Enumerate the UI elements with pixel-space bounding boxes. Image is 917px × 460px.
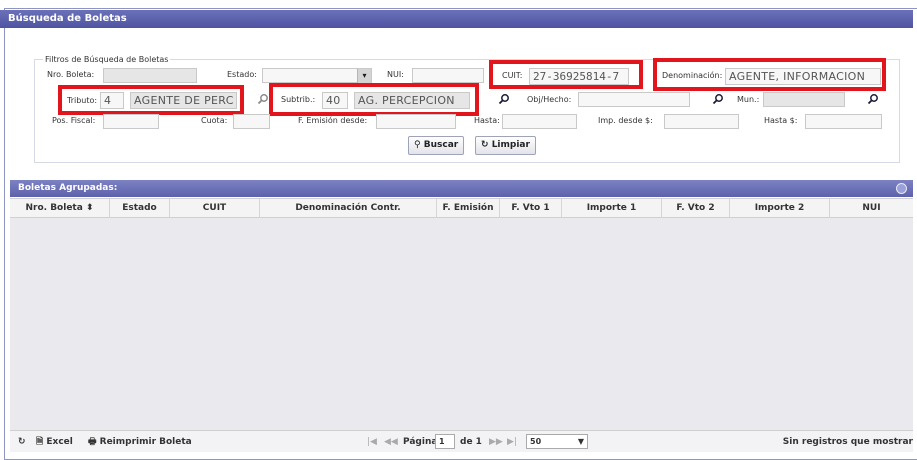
first-page-icon[interactable]: |◀ [367, 435, 377, 449]
mun-label: Mun.: [737, 95, 760, 104]
column-header-nro-boleta[interactable]: Nro. Boleta ⬍ [10, 199, 110, 218]
column-header-importe-2[interactable]: Importe 2 [730, 199, 830, 218]
nui-label: NUI: [387, 70, 404, 79]
reimprimir-label: Reimprimir Boleta [99, 437, 192, 447]
denominacion-label: Denominación: [662, 71, 723, 80]
buscar-label: Buscar [423, 140, 459, 150]
column-header-nui[interactable]: NUI [830, 199, 913, 218]
grid-column-headers: Nro. Boleta ⬍ Estado CUIT Denominación C… [10, 198, 913, 218]
column-header-f-emision[interactable]: F. Emisión [437, 199, 500, 218]
imp-hasta-label: Hasta $: [764, 116, 798, 125]
f-emision-hasta-input[interactable] [502, 114, 577, 129]
tributo-desc-input: AGENTE DE PERC [130, 92, 237, 109]
f-emision-desde-label: F. Emisión desde: [298, 116, 368, 125]
column-header-f-vto-1[interactable]: F. Vto 1 [500, 199, 562, 218]
pos-fiscal-input[interactable] [103, 114, 159, 129]
search-icon[interactable] [866, 92, 880, 106]
last-page-icon[interactable]: ▶| [507, 435, 517, 449]
cuit-label: CUIT: [502, 71, 523, 80]
f-emision-desde-input[interactable] [376, 114, 456, 129]
page-total-label: de 1 [460, 437, 482, 447]
limpiar-label: Limpiar [491, 140, 530, 150]
refresh-icon[interactable]: ↻ [18, 435, 26, 449]
excel-button[interactable]: 🗎 Excel [36, 435, 73, 449]
pagina-label: Página [403, 437, 438, 447]
imp-desde-input[interactable] [664, 114, 739, 129]
imp-desde-label: Imp. desde $: [598, 116, 653, 125]
nui-input[interactable] [412, 68, 484, 83]
nro-boleta-input[interactable] [103, 68, 197, 83]
subtrib-label: Subtrib.: [281, 95, 316, 104]
next-page-icon[interactable]: ▶▶ [489, 435, 503, 449]
grid-title-bar: Boletas Agrupadas: [10, 180, 913, 197]
estado-select[interactable] [262, 68, 372, 83]
subtrib-desc-input: AG. PERCEPCION [354, 92, 470, 109]
mun-input[interactable] [763, 92, 845, 107]
imp-hasta-input[interactable] [805, 114, 882, 129]
column-header-importe-1[interactable]: Importe 1 [562, 199, 662, 218]
column-header-f-vto-2[interactable]: F. Vto 2 [662, 199, 730, 218]
collapse-icon[interactable] [896, 183, 907, 194]
grid-footer: ↻ 🗎 Excel 🖶 Reimprimir Boleta |◀ ◀◀ Pági… [10, 430, 913, 452]
window-title: Búsqueda de Boletas [0, 10, 913, 28]
print-icon: 🖶 [88, 437, 97, 447]
excel-label: Excel [46, 437, 73, 447]
status-text: Sin registros que mostrar [782, 437, 913, 447]
subtrib-code-input[interactable]: 40 [322, 92, 348, 109]
page-size-select[interactable]: 50 ▼ [526, 434, 588, 449]
grid-body [10, 218, 913, 430]
search-icon[interactable] [497, 92, 511, 106]
refresh-icon: ↻ [481, 140, 489, 150]
denominacion-input[interactable]: AGENTE, INFORMACION [725, 68, 881, 85]
excel-icon: 🗎 [36, 437, 44, 447]
limpiar-button[interactable]: ↻ Limpiar [475, 136, 536, 155]
obj-hecho-input[interactable] [578, 92, 690, 107]
search-icon[interactable] [711, 92, 725, 106]
cuota-input[interactable] [233, 114, 270, 129]
sort-icon: ⬍ [85, 203, 94, 213]
cuit-input[interactable]: 27-36925814-7 [529, 68, 629, 85]
reimprimir-button[interactable]: 🖶 Reimprimir Boleta [88, 435, 192, 449]
tributo-label: Tributo: [67, 96, 98, 105]
grid-title: Boletas Agrupadas: [18, 183, 118, 193]
chevron-down-icon: ▼ [577, 437, 584, 446]
chevron-down-icon[interactable]: ▾ [357, 69, 371, 83]
filters-legend: Filtros de Búsqueda de Boletas [45, 55, 169, 64]
column-header-cuit[interactable]: CUIT [170, 199, 260, 218]
estado-label: Estado: [227, 70, 257, 79]
page-number-input[interactable]: 1 [435, 434, 455, 449]
hasta-label: Hasta: [474, 116, 500, 125]
tributo-code-input[interactable]: 4 [100, 92, 124, 109]
buscar-button[interactable]: ⚲ Buscar [408, 136, 465, 155]
cuota-label: Cuota: [201, 116, 228, 125]
nro-boleta-label: Nro. Boleta: [47, 70, 95, 79]
search-icon[interactable] [256, 92, 270, 106]
obj-hecho-label: Obj/Hecho: [527, 95, 572, 104]
search-icon: ⚲ [414, 140, 421, 150]
column-header-estado[interactable]: Estado [110, 199, 170, 218]
column-header-denominacion[interactable]: Denominación Contr. [260, 199, 437, 218]
pos-fiscal-label: Pos. Fiscal: [52, 116, 96, 125]
prev-page-icon[interactable]: ◀◀ [384, 435, 398, 449]
